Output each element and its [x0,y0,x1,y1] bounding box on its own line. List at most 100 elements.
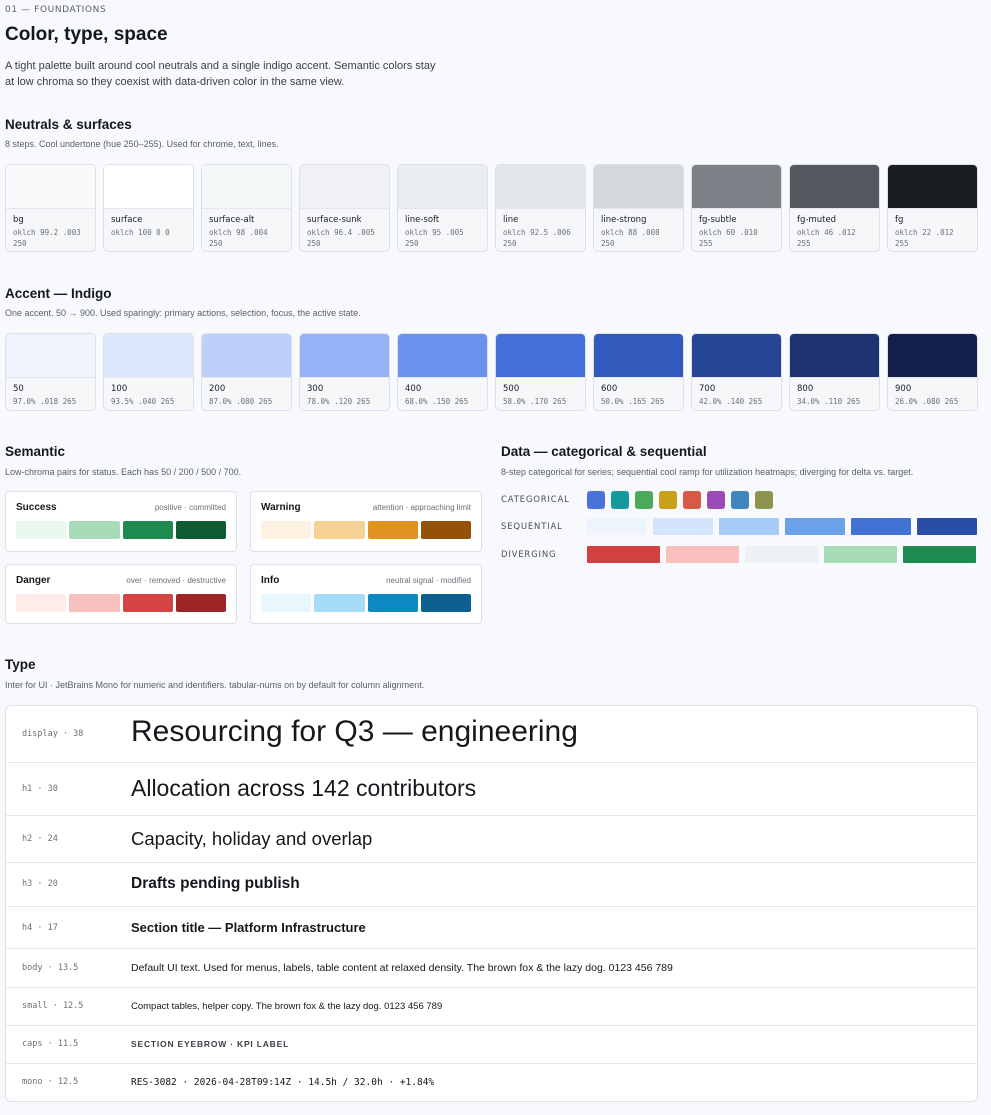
semantic-subtitle: Low-chroma pairs for status. Each has 50… [5,467,242,477]
type-row: h3 · 20 Drafts pending publish [6,862,977,906]
type-title: Type [5,657,36,672]
categorical-swatch [731,491,749,509]
diverging-ramp [587,546,976,563]
swatch-value: 50.0% .165 265 [601,397,665,406]
semantic-card-success: Success positive · committed [5,491,237,552]
swatch[interactable]: line-soft oklch 95 .005 250 [397,164,488,252]
semantic-step-500 [122,594,173,612]
swatch[interactable]: 100 93.5% .040 265 [103,333,194,411]
swatch-name: 400 [405,384,422,394]
swatch-chip [398,165,487,209]
swatch-value: 34.0% .110 265 [797,397,861,406]
swatch[interactable]: 200 87.0% .080 265 [201,333,292,411]
type-tag: small · 12.5 [22,1001,84,1011]
semantic-card-desc: positive · committed [154,503,226,512]
sequential-step [785,518,845,535]
categorical-swatch [587,491,605,509]
diverging-step [824,546,897,563]
categorical-swatches [587,491,773,509]
swatch-chip [202,334,291,378]
neutrals-swatches: bg oklch 99.2 .003 250 surface oklch 100 0… [5,164,978,252]
semantic-bars [261,594,471,612]
swatch-value: oklch 100 0 0 [111,228,170,237]
type-tag: mono · 12.5 [22,1077,79,1087]
type-sample: Default UI text. Used for menus, labels,… [131,962,673,974]
swatch-name: 900 [895,384,912,394]
swatch-chip [594,334,683,378]
swatch[interactable]: 300 78.0% .120 265 [299,333,390,411]
section-eyebrow: 01 — FOUNDATIONS [5,5,107,15]
swatch[interactable]: bg oklch 99.2 .003 250 [5,164,96,252]
swatch[interactable]: line-strong oklch 88 .008 250 [593,164,684,252]
swatch-value: oklch 92.5 .006 250 [503,228,571,248]
type-tag: body · 13.5 [22,963,79,973]
swatch[interactable]: surface oklch 100 0 0 [103,164,194,252]
type-tag: h2 · 24 [22,834,58,844]
swatch-chip [202,165,291,209]
swatch-value: 78.0% .120 265 [307,397,371,406]
swatch-value: 68.0% .150 265 [405,397,469,406]
semantic-step-200 [69,594,120,612]
swatch-name: 50 [13,384,24,394]
swatch[interactable]: line oklch 92.5 .006 250 [495,164,586,252]
semantic-card-desc: attention · approaching limit [372,503,471,512]
swatch-name: 600 [601,384,618,394]
swatch[interactable]: 800 34.0% .110 265 [789,333,880,411]
swatch[interactable]: fg-subtle oklch 60 .010 255 [691,164,782,252]
semantic-step-50 [16,594,67,612]
swatch-value: oklch 98 .004 250 [209,228,268,248]
semantic-step-500 [122,521,173,539]
swatch-chip [104,334,193,378]
type-row: caps · 11.5 SECTION EYEBROW · KPI LABEL [6,1025,977,1063]
swatch[interactable]: 50 97.0% .018 265 [5,333,96,411]
type-tag: h4 · 17 [22,923,58,933]
categorical-swatch [659,491,677,509]
semantic-step-500 [367,521,418,539]
swatch[interactable]: 900 26.0% .080 265 [887,333,978,411]
semantic-step-700 [175,521,226,539]
type-row: mono · 12.5 RES-3082 · 2026-04-28T09:14Z… [6,1063,977,1101]
swatch[interactable]: 600 50.0% .165 265 [593,333,684,411]
sequential-ramp [587,518,977,535]
type-row: body · 13.5 Default UI text. Used for me… [6,948,977,987]
type-tag: h1 · 30 [22,784,58,794]
swatch-value: 97.0% .018 265 [13,397,77,406]
swatch-chip [790,165,879,209]
swatch-value: oklch 22 .012 255 [895,228,954,248]
type-row: display · 38 Resourcing for Q3 — enginee… [6,706,977,762]
swatch-value: 93.5% .040 265 [111,397,175,406]
swatch-chip [104,165,193,209]
swatch-name: surface-alt [209,215,255,225]
swatch[interactable]: surface-alt oklch 98 .004 250 [201,164,292,252]
accent-title: Accent — Indigo [5,286,112,301]
swatch-value: 42.0% .140 265 [699,397,763,406]
semantic-step-700 [420,594,471,612]
swatch-name: surface [111,215,143,225]
swatch-name: bg [13,215,24,225]
type-tag: caps · 11.5 [22,1039,79,1049]
sequential-step [719,518,779,535]
swatch-chip [496,334,585,378]
semantic-bars [16,594,226,612]
swatch-name: line-strong [601,215,647,225]
swatch[interactable]: surface-sunk oklch 96.4 .005 250 [299,164,390,252]
swatch-name: 100 [111,384,128,394]
swatch-value: 87.0% .080 265 [209,397,273,406]
type-sample: Section title — Platform Infrastructure [131,920,366,935]
swatch-chip [790,334,879,378]
semantic-card-danger: Danger over · removed · destructive [5,564,237,624]
swatch-value: 26.0% .080 265 [895,397,959,406]
swatch-chip [6,165,95,209]
type-scale-table: display · 38 Resourcing for Q3 — enginee… [5,705,978,1102]
swatch[interactable]: 700 42.0% .140 265 [691,333,782,411]
semantic-step-50 [261,521,312,539]
swatch-value: 58.0% .170 265 [503,397,567,406]
swatch[interactable]: fg-muted oklch 46 .012 255 [789,164,880,252]
categorical-swatch [755,491,773,509]
type-tag: display · 38 [22,729,84,739]
swatch-value: oklch 46 .012 255 [797,228,856,248]
swatch[interactable]: 500 58.0% .170 265 [495,333,586,411]
swatch[interactable]: 400 68.0% .150 265 [397,333,488,411]
swatch[interactable]: fg oklch 22 .012 255 [887,164,978,252]
data-title: Data — categorical & sequential [501,444,707,459]
